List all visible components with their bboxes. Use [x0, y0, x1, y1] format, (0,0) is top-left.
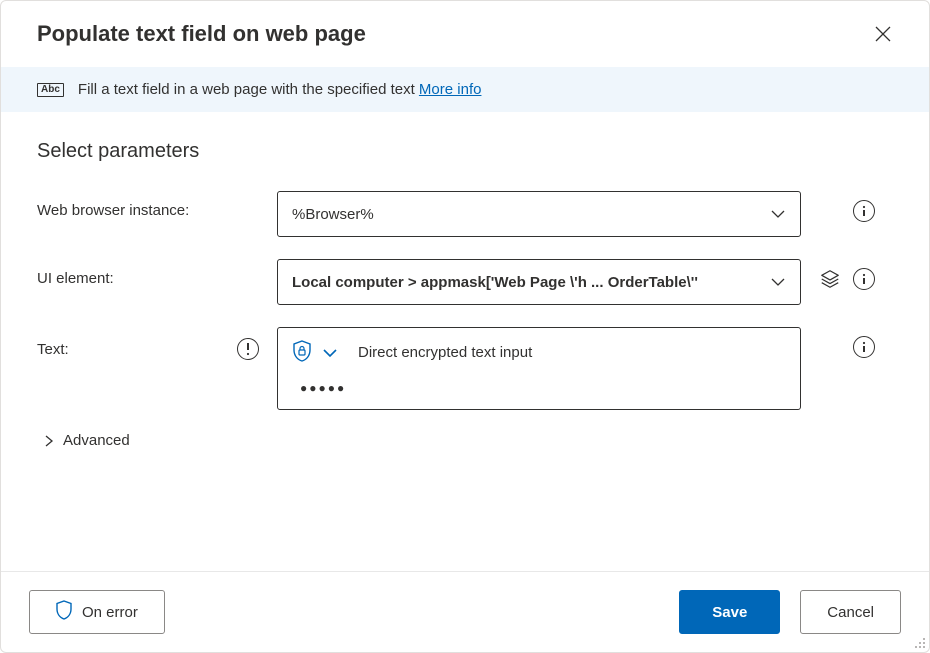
on-error-button[interactable]: On error [29, 590, 165, 634]
param-control-ui-element: Local computer > appmask['Web Page \'h .… [277, 259, 801, 305]
text-field-icon: Abc [37, 83, 64, 97]
param-row-text: Text: Direct encrypted text input [37, 327, 893, 410]
param-label-ui-element: UI element: [37, 259, 277, 287]
chevron-down-icon [770, 206, 786, 222]
save-button[interactable]: Save [679, 590, 780, 634]
param-control-browser: %Browser% [277, 191, 801, 237]
chevron-down-icon [322, 345, 338, 361]
text-input-box[interactable]: Direct encrypted text input ●●●●● [277, 327, 801, 410]
param-extra-text [801, 327, 875, 358]
advanced-label: Advanced [63, 432, 130, 449]
info-icon[interactable] [853, 200, 875, 222]
layers-icon [819, 268, 841, 290]
ui-element-dropdown[interactable]: Local computer > appmask['Web Page \'h .… [277, 259, 801, 305]
text-input-mode-label: Direct encrypted text input [358, 344, 532, 361]
lock-shield-icon [292, 340, 312, 365]
close-icon [875, 26, 891, 42]
dialog-content: Select parameters Web browser instance: … [1, 112, 929, 571]
info-bar: Abc Fill a text field in a web page with… [1, 67, 929, 112]
chevron-right-icon [43, 435, 55, 447]
warning-icon[interactable] [237, 338, 259, 360]
param-extra-browser [801, 191, 875, 222]
on-error-label: On error [82, 604, 138, 621]
footer-right: Save Cancel [679, 590, 901, 634]
text-mode-dropdown[interactable] [322, 345, 338, 361]
dialog-header: Populate text field on web page [1, 1, 929, 67]
ui-element-picker-button[interactable] [819, 268, 841, 290]
param-label-text: Text: [37, 327, 277, 360]
info-icon[interactable] [853, 268, 875, 290]
info-icon[interactable] [853, 336, 875, 358]
close-button[interactable] [873, 24, 893, 44]
info-bar-text: Fill a text field in a web page with the… [78, 81, 482, 98]
dialog-window: Populate text field on web page Abc Fill… [0, 0, 930, 653]
chevron-down-icon [770, 274, 786, 290]
browser-instance-dropdown[interactable]: %Browser% [277, 191, 801, 237]
param-label-browser: Web browser instance: [37, 191, 277, 219]
section-title: Select parameters [37, 140, 893, 163]
param-row-ui-element: UI element: Local computer > appmask['We… [37, 259, 893, 305]
dialog-title: Populate text field on web page [37, 21, 366, 47]
browser-instance-value: %Browser% [292, 206, 374, 223]
param-control-text: Direct encrypted text input ●●●●● [277, 327, 801, 410]
encrypted-text-value[interactable]: ●●●●● [292, 381, 786, 395]
advanced-expander[interactable]: Advanced [37, 432, 893, 449]
shield-outline-icon [56, 600, 72, 624]
param-extra-ui-element [801, 259, 875, 290]
more-info-link[interactable]: More info [419, 81, 482, 98]
ui-element-value: Local computer > appmask['Web Page \'h .… [292, 274, 698, 291]
dialog-footer: On error Save Cancel [1, 571, 929, 652]
resize-handle[interactable] [912, 635, 926, 649]
param-row-browser: Web browser instance: %Browser% [37, 191, 893, 237]
cancel-button[interactable]: Cancel [800, 590, 901, 634]
text-input-header: Direct encrypted text input [292, 340, 786, 365]
